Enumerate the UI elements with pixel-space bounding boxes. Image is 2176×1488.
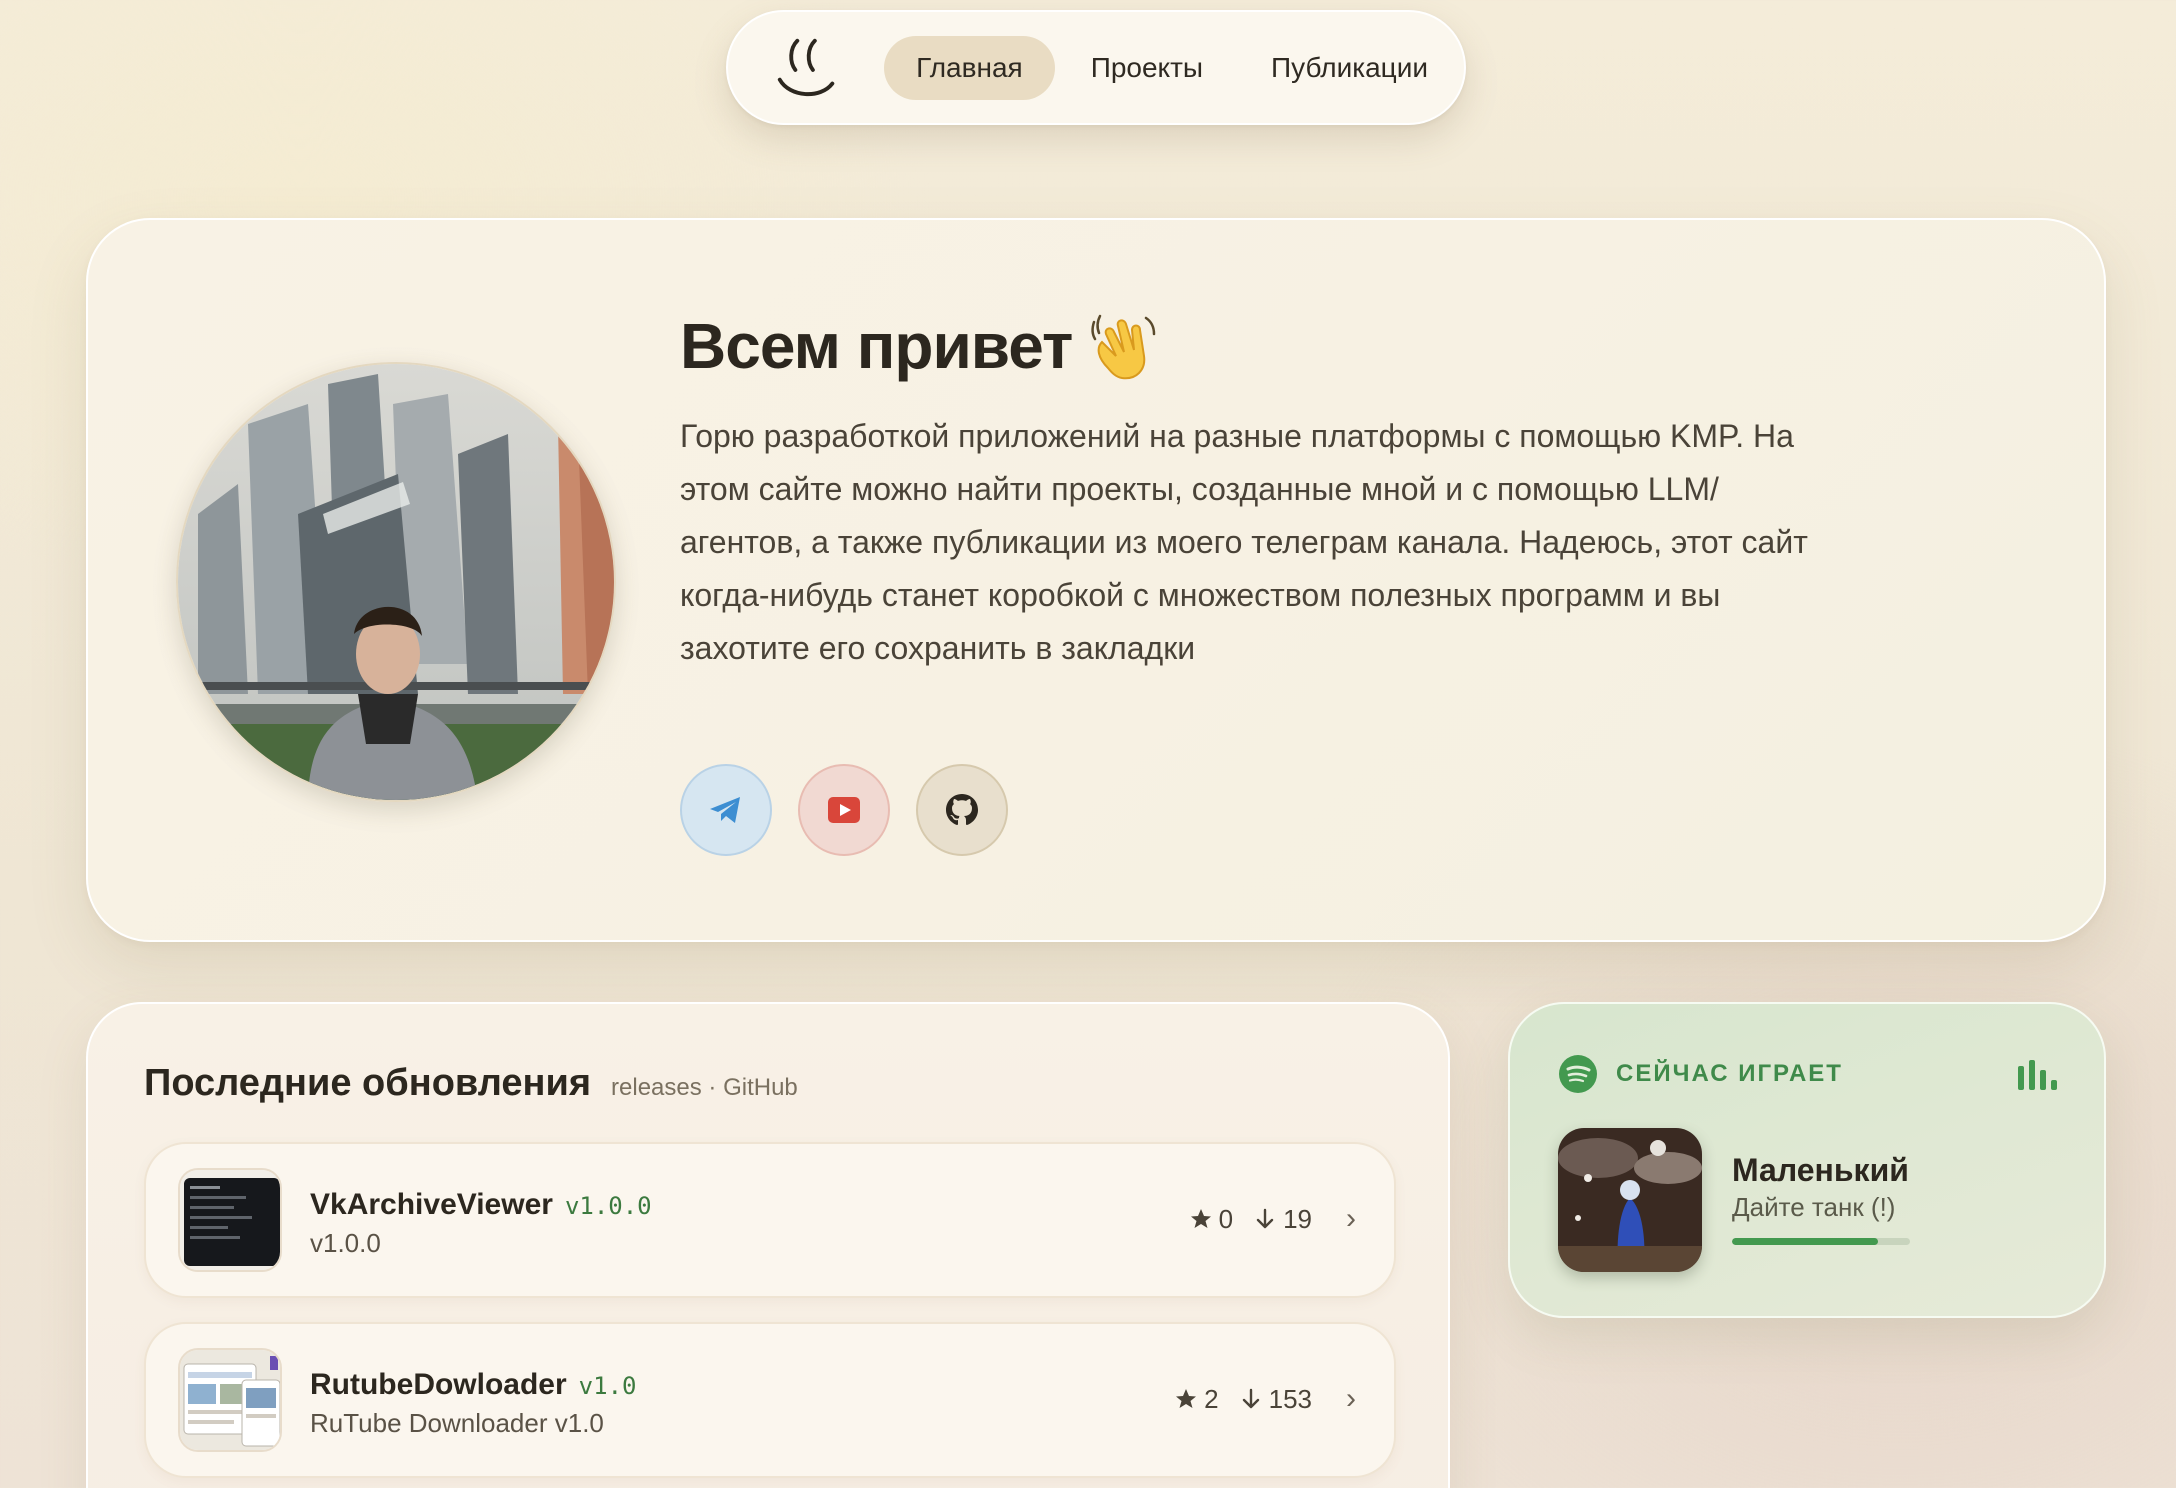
now-playing-label: СЕЙЧАС ИГРАЕТ — [1616, 1060, 1843, 1087]
downloads-value: 19 — [1283, 1203, 1312, 1234]
downloads-count: 19 — [1253, 1204, 1312, 1235]
release-description: v1.0.0 — [310, 1228, 381, 1258]
updates-title: Последние обновления — [144, 1062, 592, 1104]
social-links — [680, 764, 1008, 856]
track-title: Маленький — [1732, 1152, 1909, 1188]
release-title: VkArchiveViewer — [310, 1188, 553, 1221]
track-progress — [1732, 1238, 1910, 1245]
downloads-count: 153 — [1239, 1384, 1312, 1415]
updates-header: Последние обновления releases · GitHub — [144, 1062, 798, 1105]
now-playing-card[interactable]: СЕЙЧАС ИГРАЕТ Маленький Дайте танк (!) — [1508, 1002, 2106, 1318]
github-icon — [946, 794, 978, 825]
updates-subtitle: releases · GitHub — [611, 1074, 798, 1101]
release-thumbnail — [178, 1348, 282, 1452]
chevron-right-icon: › — [1346, 1382, 1356, 1415]
hero-description: Горю разработкой приложений на разные пл… — [680, 418, 1808, 666]
release-tag: v1.0.0 — [564, 1192, 652, 1220]
youtube-icon — [828, 797, 860, 823]
release-title: RutubeDowloader — [310, 1368, 567, 1401]
telegram-button[interactable] — [680, 764, 772, 856]
hero-card: Всем привет Горю разработкой приложений … — [86, 218, 2106, 942]
release-item[interactable]: VkArchiveViewer v1.0.0 v1.0.0 0 19 › — [144, 1142, 1396, 1298]
updates-card: Последние обновления releases · GitHub V… — [86, 1002, 1450, 1488]
stars-count: 0 — [1189, 1204, 1233, 1235]
youtube-button[interactable] — [798, 764, 890, 856]
download-arrow-icon — [1242, 1388, 1259, 1409]
release-thumbnail — [178, 1168, 282, 1272]
release-description: RuTube Downloader v1.0 — [310, 1408, 604, 1438]
stars-count: 2 — [1174, 1383, 1219, 1415]
avatar — [176, 362, 616, 802]
stars-value: 0 — [1218, 1203, 1234, 1234]
stars-value: 2 — [1204, 1383, 1219, 1414]
track-progress-fill — [1732, 1238, 1878, 1245]
now-playing-header: СЕЙЧАС ИГРАЕТ — [1558, 1054, 1843, 1094]
release-name: RutubeDowloader v1.0 — [310, 1368, 636, 1402]
nav-item-publications[interactable]: Публикации — [1239, 36, 1460, 100]
nav-item-projects[interactable]: Проекты — [1059, 36, 1235, 100]
release-item[interactable]: RutubeDowloader v1.0 RuTube Downloader v1… — [144, 1322, 1396, 1478]
chevron-right-icon: › — [1346, 1202, 1356, 1235]
page-title: Всем привет — [680, 308, 1162, 384]
nav-item-home[interactable]: Главная — [884, 35, 1055, 100]
smile-logo-icon[interactable] — [772, 28, 840, 108]
release-tag: v1.0 — [578, 1372, 637, 1400]
telegram-icon — [710, 797, 740, 823]
release-name: VkArchiveViewer v1.0.0 — [310, 1188, 652, 1222]
equalizer-icon — [2018, 1060, 2057, 1090]
download-arrow-icon — [1256, 1208, 1274, 1229]
release-stats: 2 153 › — [1174, 1382, 1356, 1416]
star-icon — [1176, 1389, 1197, 1408]
hero-title-text: Всем привет — [680, 310, 1073, 382]
release-stats: 0 19 › — [1189, 1202, 1356, 1236]
star-icon — [1190, 1209, 1211, 1228]
waving-hand-icon — [1091, 314, 1156, 380]
spotify-icon — [1559, 1055, 1597, 1093]
top-nav: Главная Проекты Публикации — [726, 10, 1466, 125]
album-cover — [1558, 1128, 1702, 1272]
downloads-value: 153 — [1268, 1383, 1312, 1414]
github-button[interactable] — [916, 764, 1008, 856]
track-artist: Дайте танк (!) — [1732, 1192, 1896, 1222]
